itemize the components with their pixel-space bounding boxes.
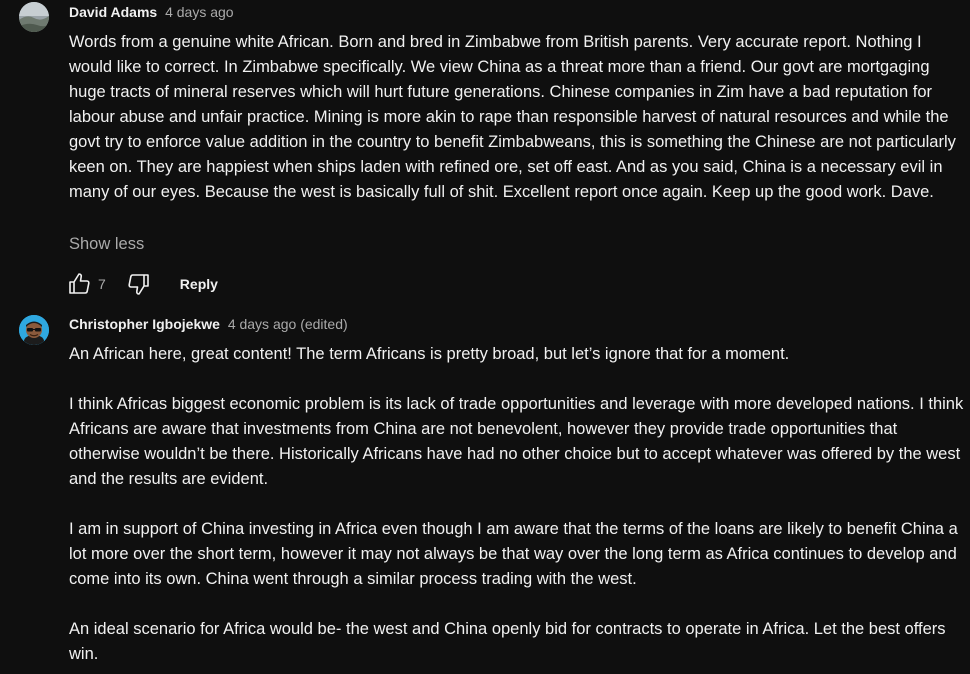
comment-paragraph: I think Africas biggest economic problem…: [69, 395, 967, 488]
comment-toolbar: 7 Reply: [66, 270, 218, 298]
dislike-button[interactable]: [126, 271, 152, 297]
thumbs-up-icon: [69, 273, 90, 294]
cartoon-sunglasses-avatar-icon: [19, 315, 49, 345]
comment-paragraph: An ideal scenario for Africa would be- t…: [69, 620, 951, 663]
comment-paragraph: An African here, great content! The term…: [69, 345, 790, 363]
comment-timestamp[interactable]: 4 days ago (edited): [228, 316, 348, 332]
author-name[interactable]: David Adams: [69, 4, 157, 20]
avatar[interactable]: [19, 315, 49, 345]
comment-paragraph: I am in support of China investing in Af…: [69, 520, 963, 588]
comment-paragraph: Words from a genuine white African. Born…: [69, 33, 961, 201]
show-less-button[interactable]: Show less: [69, 235, 144, 254]
comment-text: Words from a genuine white African. Born…: [69, 30, 969, 205]
like-button[interactable]: [66, 271, 92, 297]
author-name[interactable]: Christopher Igbojekwe: [69, 316, 220, 332]
comment-header: Christopher Igbojekwe 4 days ago (edited…: [69, 316, 348, 332]
comment-text: An African here, great content! The term…: [69, 342, 969, 667]
reply-button[interactable]: Reply: [180, 276, 218, 292]
landscape-photo-avatar-icon: [19, 2, 49, 32]
comment-timestamp[interactable]: 4 days ago: [165, 4, 234, 20]
avatar[interactable]: [19, 2, 49, 32]
comment-header: David Adams 4 days ago: [69, 4, 234, 20]
thumbs-down-icon: [128, 274, 149, 295]
like-count: 7: [98, 276, 106, 292]
